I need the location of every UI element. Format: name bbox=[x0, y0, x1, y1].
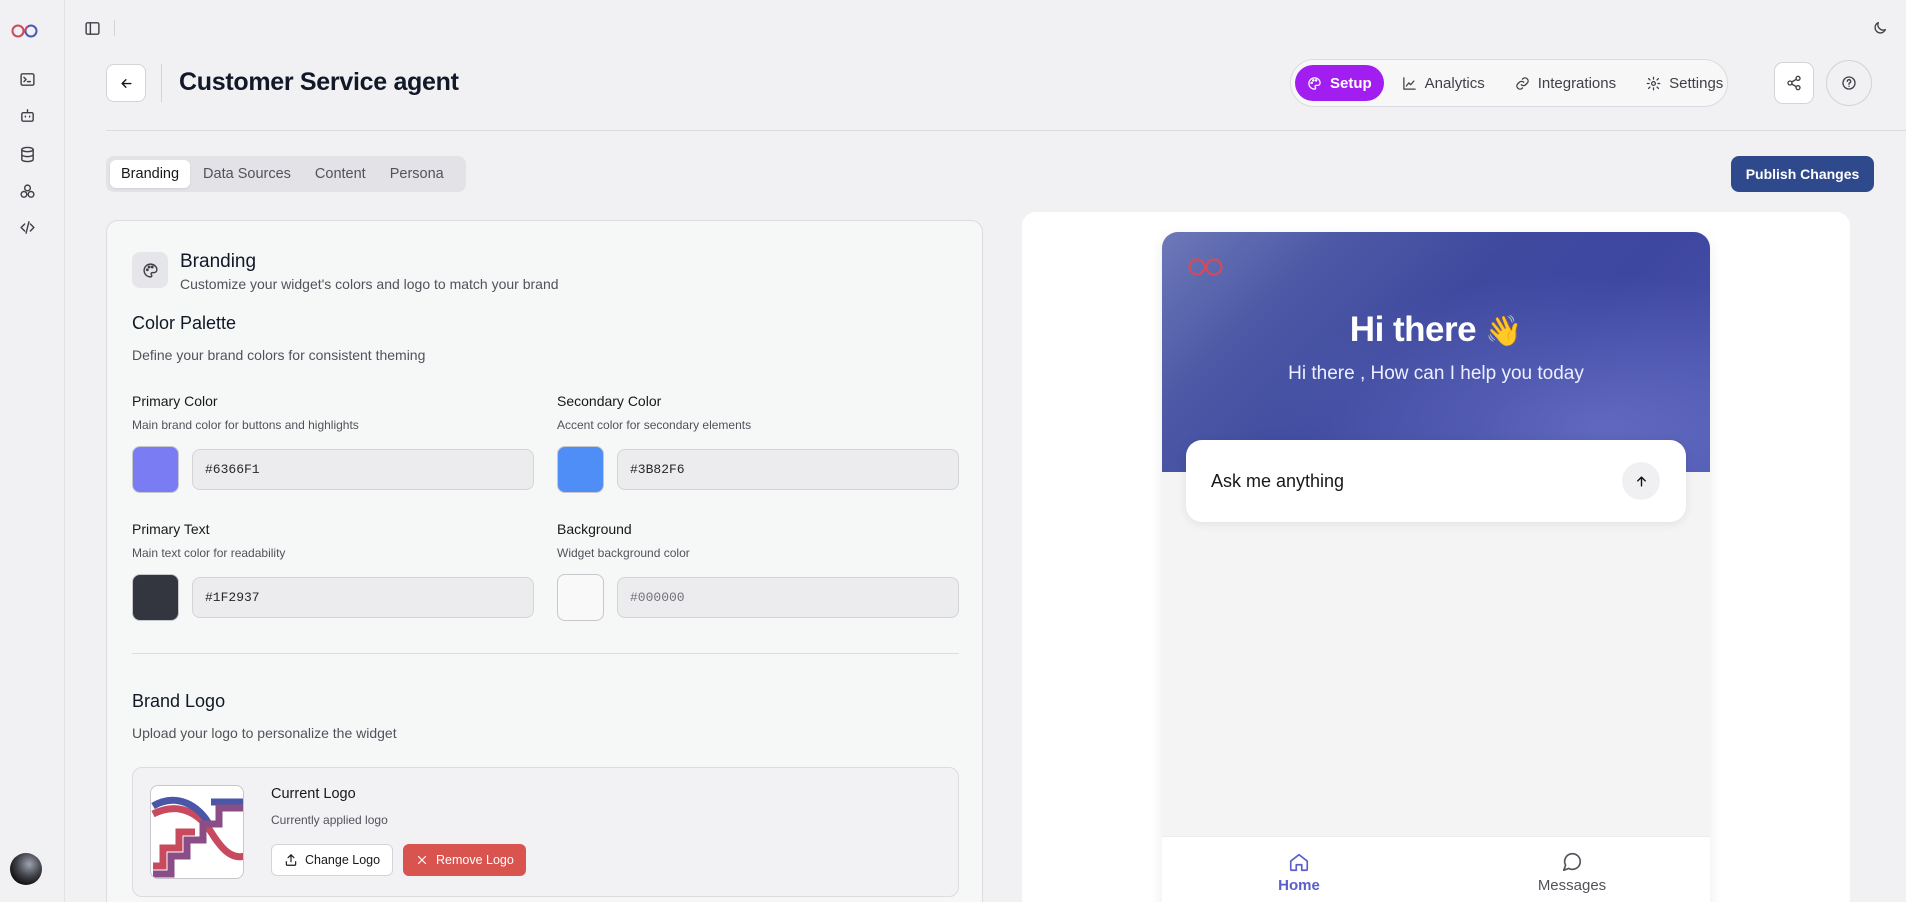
widget-preview-panel: Hi there 👋 Hi there , How can I help you… bbox=[1022, 212, 1850, 902]
widget-subtitle: Hi there , How can I help you today bbox=[1288, 363, 1584, 384]
tab-data-sources[interactable]: Data Sources bbox=[192, 160, 302, 188]
secondary-color-input[interactable]: #3B82F6 bbox=[617, 449, 959, 490]
messages-label: Messages bbox=[1537, 877, 1607, 894]
branding-title: Branding bbox=[180, 251, 257, 272]
send-button[interactable] bbox=[1622, 462, 1660, 500]
header-divider bbox=[114, 20, 115, 36]
top-nav: Setup Analytics Integrations Settings bbox=[1290, 59, 1728, 107]
nav-setup-label: Setup bbox=[1330, 74, 1372, 92]
current-logo-image bbox=[150, 785, 244, 879]
home-label: Home bbox=[1278, 877, 1320, 894]
home-icon bbox=[1289, 853, 1309, 872]
field-label: Background bbox=[557, 521, 632, 537]
field-label: Primary Text bbox=[132, 521, 210, 537]
palette-icon bbox=[132, 252, 168, 288]
ask-input[interactable]: Ask me anything bbox=[1186, 440, 1686, 522]
nav-integrations-label: Integrations bbox=[1537, 74, 1617, 92]
message-icon bbox=[1562, 852, 1582, 872]
background-color-swatch[interactable] bbox=[557, 574, 604, 621]
field-hint: Accent color for secondary elements bbox=[557, 418, 752, 432]
section-divider bbox=[132, 653, 959, 654]
primary-color-input[interactable]: #6366F1 bbox=[192, 449, 534, 490]
close-icon bbox=[417, 855, 427, 865]
ask-placeholder: Ask me anything bbox=[1211, 471, 1345, 491]
current-logo-panel: Current Logo Currently applied logo Chan… bbox=[132, 767, 959, 897]
secondary-color-swatch[interactable] bbox=[557, 446, 604, 493]
code-icon[interactable] bbox=[16, 216, 38, 238]
brand-logo-title: Brand Logo bbox=[132, 691, 226, 711]
branding-card: Branding Customize your widget's colors … bbox=[106, 220, 983, 902]
primary-color-swatch[interactable] bbox=[132, 446, 179, 493]
help-button[interactable] bbox=[1826, 60, 1872, 106]
sidebar-toggle-icon[interactable] bbox=[82, 18, 102, 38]
field-label: Primary Color bbox=[132, 393, 218, 409]
share-button[interactable] bbox=[1774, 62, 1814, 104]
app-logo-icon[interactable] bbox=[10, 20, 40, 42]
title-divider bbox=[161, 64, 162, 102]
widget-greeting: Hi there 👋 bbox=[1162, 310, 1710, 350]
upload-icon bbox=[285, 854, 297, 866]
widget-nav-home[interactable]: Home bbox=[1239, 851, 1359, 894]
arrow-up-icon bbox=[1636, 475, 1646, 487]
tab-content[interactable]: Content bbox=[304, 160, 377, 188]
nav-analytics-label: Analytics bbox=[1424, 74, 1485, 92]
chart-icon bbox=[1402, 76, 1416, 90]
brand-logo-subtitle: Upload your logo to personalize the widg… bbox=[132, 725, 397, 741]
database-icon[interactable] bbox=[16, 143, 38, 165]
nav-settings-label: Settings bbox=[1669, 74, 1724, 92]
terminal-icon[interactable] bbox=[16, 68, 38, 90]
change-logo-label: Change Logo bbox=[305, 853, 381, 867]
components-icon[interactable] bbox=[16, 180, 38, 202]
widget-preview: Hi there 👋 Hi there , How can I help you… bbox=[1162, 232, 1710, 902]
bot-icon[interactable] bbox=[16, 104, 38, 126]
header-separator bbox=[106, 130, 1906, 131]
color-palette-subtitle: Define your brand colors for consistent … bbox=[132, 347, 426, 363]
main-area: Customer Service agent Setup Analytics I… bbox=[66, 0, 1906, 902]
hero-glow bbox=[1162, 232, 1710, 472]
remove-logo-label: Remove Logo bbox=[436, 853, 514, 867]
arrow-left-icon bbox=[120, 78, 132, 88]
tab-branding[interactable]: Branding bbox=[110, 160, 191, 188]
primary-text-input[interactable]: #1F2937 bbox=[192, 577, 534, 618]
field-hint: Main text color for readability bbox=[132, 546, 286, 560]
color-palette-title: Color Palette bbox=[132, 313, 237, 333]
gear-icon bbox=[1646, 76, 1661, 90]
widget-logo-icon bbox=[1186, 256, 1226, 283]
field-hint: Main brand color for buttons and highlig… bbox=[132, 418, 359, 432]
nav-setup[interactable]: Setup bbox=[1295, 65, 1384, 101]
widget-nav-messages[interactable]: Messages bbox=[1512, 851, 1632, 894]
link-icon bbox=[1516, 76, 1529, 90]
current-logo-subtitle: Currently applied logo bbox=[271, 813, 388, 827]
palette-icon bbox=[1308, 76, 1321, 90]
tab-persona[interactable]: Persona bbox=[379, 160, 455, 188]
help-icon bbox=[1842, 76, 1856, 90]
nav-integrations[interactable]: Integrations bbox=[1503, 65, 1628, 101]
field-hint: Widget background color bbox=[557, 546, 690, 560]
change-logo-button[interactable]: Change Logo bbox=[271, 844, 394, 876]
widget-bottom-nav: Home Messages bbox=[1162, 836, 1710, 902]
background-color-input[interactable]: #000000 bbox=[617, 577, 959, 618]
publish-changes-button[interactable]: Publish Changes bbox=[1731, 156, 1874, 192]
back-button[interactable] bbox=[106, 64, 146, 102]
wave-emoji-icon: 👋 bbox=[1485, 315, 1523, 348]
remove-logo-button[interactable]: Remove Logo bbox=[403, 844, 526, 876]
branding-subtitle: Customize your widget's colors and logo … bbox=[180, 276, 559, 292]
share-icon bbox=[1787, 75, 1801, 91]
primary-text-swatch[interactable] bbox=[132, 574, 179, 621]
field-label: Secondary Color bbox=[557, 393, 662, 409]
nav-analytics[interactable]: Analytics bbox=[1390, 65, 1497, 101]
user-avatar[interactable] bbox=[10, 853, 42, 885]
dark-mode-moon-icon[interactable] bbox=[1870, 18, 1890, 38]
setup-tabs: Branding Data Sources Content Persona bbox=[106, 156, 466, 192]
widget-hero: Hi there 👋 Hi there , How can I help you… bbox=[1162, 232, 1710, 472]
page-title: Customer Service agent bbox=[179, 68, 459, 96]
current-logo-title: Current Logo bbox=[271, 786, 356, 802]
nav-settings[interactable]: Settings bbox=[1634, 65, 1735, 101]
greeting-text: Hi there bbox=[1349, 310, 1477, 349]
left-rail bbox=[0, 0, 65, 902]
